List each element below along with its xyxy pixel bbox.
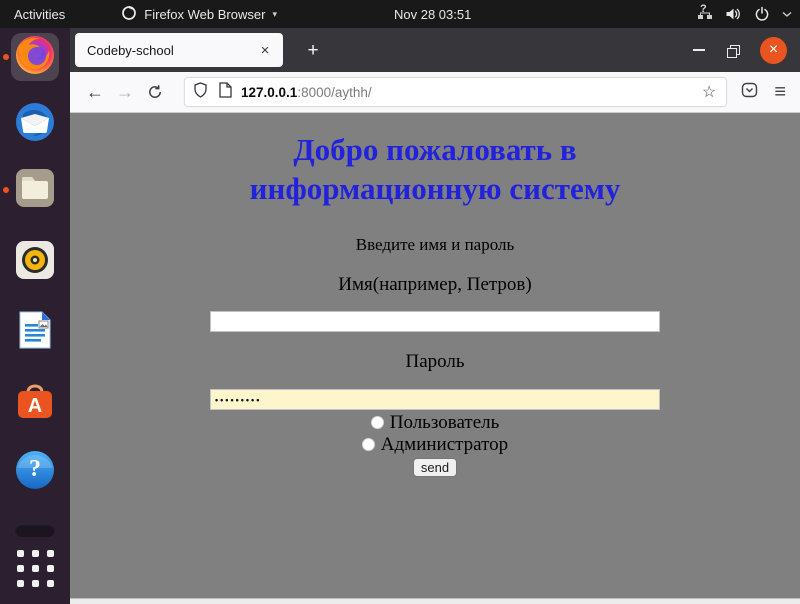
dock-help[interactable]: ?: [11, 446, 59, 494]
shield-icon[interactable]: [193, 82, 208, 103]
toolbar-right: ≡: [741, 82, 790, 103]
activities-button[interactable]: Activities: [0, 0, 79, 28]
pocket-icon[interactable]: [741, 82, 758, 103]
trash-icon: [15, 523, 55, 537]
intro-text: Введите имя и пароль: [70, 235, 800, 255]
firefox-window: Codeby-school × + × ← → 127.0.0.1:8000/a…: [70, 28, 800, 604]
url-text: 127.0.0.1:8000/aythh/: [241, 85, 700, 100]
radio-row-user: Пользователь: [70, 413, 800, 432]
firefox-icon: [13, 33, 57, 82]
send-button[interactable]: send: [413, 458, 457, 477]
url-host: 127.0.0.1: [241, 85, 297, 100]
name-input[interactable]: [210, 311, 660, 332]
show-applications-button[interactable]: [11, 544, 59, 592]
dock-firefox[interactable]: [11, 33, 59, 81]
new-tab-button[interactable]: +: [298, 36, 328, 66]
chevron-down-icon: ▾: [272, 9, 277, 20]
ubuntu-software-icon: A: [13, 379, 57, 423]
libreoffice-writer-icon: [13, 308, 57, 357]
navigation-toolbar: ← → 127.0.0.1:8000/aythh/ ☆ ≡: [70, 72, 800, 113]
chevron-down-icon: [782, 10, 792, 18]
dock-rhythmbox[interactable]: [11, 238, 59, 286]
app-menu[interactable]: Firefox Web Browser ▾: [113, 0, 285, 28]
restore-button[interactable]: [727, 45, 738, 56]
running-indicator: [3, 54, 9, 60]
window-bottom-edge: [70, 598, 800, 604]
app-menu-label: Firefox Web Browser: [144, 7, 265, 22]
radio-user[interactable]: [371, 416, 384, 429]
page-title: Добро пожаловать в информационную систем…: [165, 130, 705, 208]
page-info-icon[interactable]: [218, 82, 232, 103]
back-button[interactable]: ←: [80, 77, 110, 107]
forward-button[interactable]: →: [110, 77, 140, 107]
tab-bar: Codeby-school × + ×: [70, 28, 800, 72]
dock-libreoffice-writer[interactable]: [11, 308, 59, 356]
dock-trash[interactable]: [11, 520, 59, 540]
rhythmbox-icon: [13, 238, 57, 287]
power-icon: [754, 6, 770, 22]
volume-icon: [725, 6, 742, 22]
system-status-area[interactable]: ?: [697, 0, 792, 28]
close-button[interactable]: ×: [760, 37, 787, 64]
firefox-topbar-icon: [121, 5, 137, 24]
menu-hamburger-icon[interactable]: ≡: [774, 82, 786, 102]
clock[interactable]: Nov 28 03:51: [394, 0, 471, 28]
network-icon: ?: [697, 6, 713, 22]
dock-ubuntu-software[interactable]: A: [11, 377, 59, 425]
reload-button[interactable]: [140, 77, 170, 107]
running-indicator: [3, 187, 9, 193]
radio-row-admin: Администратор: [70, 435, 800, 454]
help-icon: ?: [13, 448, 57, 492]
radio-admin-label: Администратор: [381, 434, 508, 455]
url-path: :8000/aythh/: [297, 85, 371, 100]
dock-thunderbird[interactable]: [11, 100, 59, 148]
send-row: send: [70, 458, 800, 477]
gnome-top-bar: Activities Firefox Web Browser ▾ Nov 28 …: [0, 0, 800, 28]
software-letter-glyph: A: [13, 395, 57, 418]
tab-title: Codeby-school: [87, 43, 255, 58]
bookmark-star-icon[interactable]: ☆: [700, 82, 718, 102]
radio-user-label: Пользователь: [390, 412, 500, 433]
minimize-button[interactable]: [693, 49, 705, 51]
network-question-glyph: ?: [700, 3, 707, 15]
name-label: Имя(например, Петров): [70, 274, 800, 296]
password-input[interactable]: [210, 389, 660, 410]
help-question-glyph: ?: [13, 456, 57, 483]
ubuntu-dock: A ?: [0, 28, 70, 604]
tab-close-icon[interactable]: ×: [255, 40, 275, 60]
window-controls: ×: [693, 28, 800, 72]
password-label: Пароль: [70, 351, 800, 373]
files-icon: [13, 166, 57, 215]
radio-admin[interactable]: [362, 438, 375, 451]
web-page-content: Добро пожаловать в информационную систем…: [70, 113, 800, 598]
thunderbird-icon: [13, 100, 57, 149]
app-grid-icon: [17, 550, 54, 587]
tab-codeby-school[interactable]: Codeby-school ×: [75, 33, 283, 67]
dock-files[interactable]: [11, 166, 59, 214]
url-bar[interactable]: 127.0.0.1:8000/aythh/ ☆: [184, 77, 727, 107]
